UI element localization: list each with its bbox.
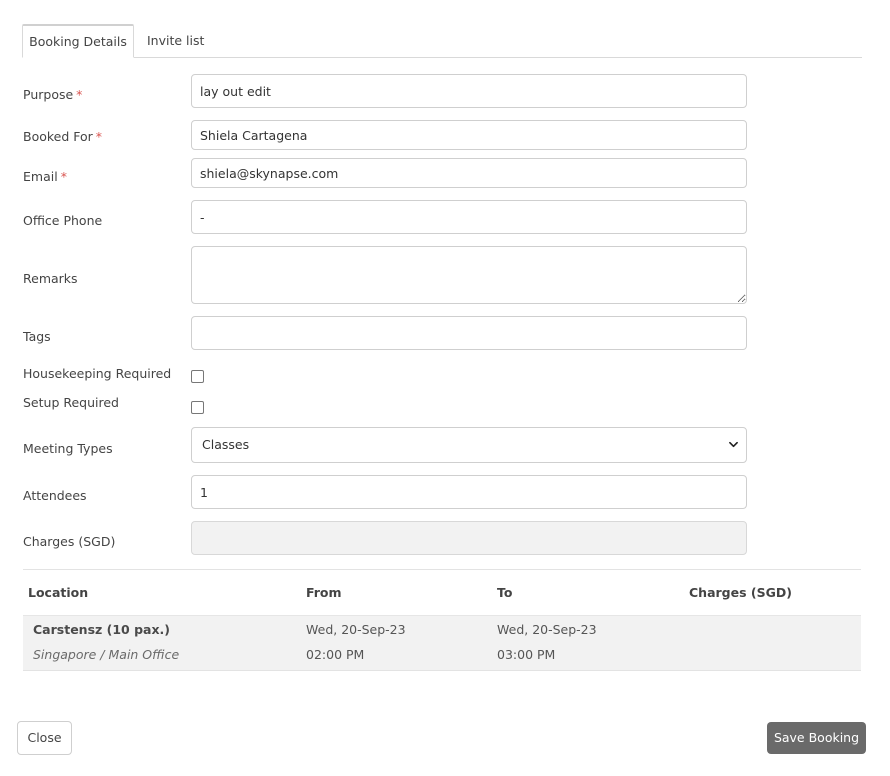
attendees-input[interactable] xyxy=(191,475,747,509)
table-divider xyxy=(23,569,861,570)
chevron-down-icon xyxy=(729,441,738,448)
charges-label: Charges (SGD) xyxy=(23,534,116,549)
booked-for-label: Booked For * xyxy=(23,129,103,144)
required-marker: * xyxy=(76,87,83,102)
meeting-types-label: Meeting Types xyxy=(23,441,113,456)
attendees-label: Attendees xyxy=(23,488,87,503)
housekeeping-label: Housekeeping Required xyxy=(23,366,172,381)
email-label: Email * xyxy=(23,169,67,184)
office-phone-label: Office Phone xyxy=(23,213,103,228)
tab-booking-details[interactable]: Booking Details xyxy=(22,24,134,58)
column-header-location: Location xyxy=(28,585,89,600)
purpose-input[interactable] xyxy=(191,74,747,108)
setup-checkbox[interactable] xyxy=(191,401,204,414)
tags-label: Tags xyxy=(23,329,51,344)
booked-for-input[interactable] xyxy=(191,120,747,150)
setup-label: Setup Required xyxy=(23,395,119,410)
row-location: Carstensz (10 pax.) xyxy=(33,622,170,637)
column-header-charges: Charges (SGD) xyxy=(689,585,792,600)
row-from-time: 02:00 PM xyxy=(306,647,365,662)
row-location-sub: Singapore / Main Office xyxy=(33,647,180,662)
column-header-to: To xyxy=(497,585,513,600)
row-to-date: Wed, 20-Sep-23 xyxy=(497,622,597,637)
meeting-types-select[interactable]: Classes xyxy=(191,427,747,463)
save-booking-button[interactable]: Save Booking xyxy=(767,722,866,754)
meeting-types-value: Classes xyxy=(202,437,250,452)
row-to-time: 03:00 PM xyxy=(497,647,556,662)
row-from-date: Wed, 20-Sep-23 xyxy=(306,622,406,637)
purpose-label: Purpose * xyxy=(23,87,83,102)
required-marker: * xyxy=(60,169,67,184)
tags-input[interactable] xyxy=(191,316,747,350)
tab-invite-list[interactable]: Invite list xyxy=(147,24,204,58)
housekeeping-checkbox[interactable] xyxy=(191,370,204,383)
tab-bar: Booking Details Invite list xyxy=(22,24,862,58)
remarks-label: Remarks xyxy=(23,271,78,286)
office-phone-input[interactable] xyxy=(191,200,747,234)
remarks-textarea[interactable] xyxy=(191,246,747,304)
required-marker: * xyxy=(95,129,103,144)
email-input[interactable] xyxy=(191,158,747,188)
charges-input xyxy=(191,521,747,555)
close-button[interactable]: Close xyxy=(17,721,72,755)
column-header-from: From xyxy=(306,585,342,600)
